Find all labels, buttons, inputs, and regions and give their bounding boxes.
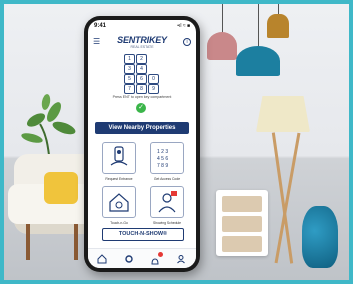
- instruction-text: Press ENT to open key compartment: [112, 95, 172, 99]
- keypad-icon: 1 2 3 4 5 6 7 8 9: [157, 149, 168, 169]
- lamp-cord: [258, 4, 259, 48]
- request-entrance-tile[interactable]: Request Entrance: [102, 142, 136, 181]
- svg-text:4 5 6: 4 5 6: [157, 156, 168, 162]
- brand-logo: SENTRIKEY: [117, 35, 167, 45]
- pendant-lamp-pink: [207, 32, 237, 60]
- status-time: 9:41: [94, 23, 107, 29]
- status-icons: •ıl ≈ ■: [177, 23, 190, 29]
- blue-vase: [302, 206, 338, 268]
- touch-n-go-tile[interactable]: Touch-n-Go: [102, 186, 136, 225]
- svg-text:1 2 3: 1 2 3: [157, 149, 168, 155]
- key-9[interactable]: 9: [148, 84, 159, 94]
- floor-lamp-leg: [271, 132, 294, 264]
- drawer: [222, 196, 262, 212]
- pendant-lamp-blue: [236, 46, 280, 76]
- key-5[interactable]: 5: [124, 74, 135, 84]
- key-4[interactable]: 4: [136, 64, 147, 74]
- pendant-lamp-gold: [267, 14, 289, 38]
- home-icon[interactable]: [97, 254, 107, 264]
- drawer: [222, 216, 262, 232]
- settings-icon[interactable]: [124, 254, 134, 264]
- sofa-leg: [74, 224, 78, 260]
- check-icon: ✓: [136, 103, 146, 113]
- get-access-code-tile[interactable]: 1 2 3 4 5 6 7 8 9 Get Access Code: [150, 142, 184, 181]
- svg-text:7 8 9: 7 8 9: [157, 163, 168, 169]
- key-hand-icon: [110, 146, 128, 166]
- tile-label: Touch-n-Go: [110, 221, 128, 225]
- key-1[interactable]: 1: [124, 54, 135, 64]
- tile-label: Request Entrance: [105, 177, 133, 181]
- touch-n-show-button[interactable]: TOUCH-N-SHOW®: [102, 228, 184, 241]
- drawer: [222, 236, 262, 252]
- lamp-cord: [222, 4, 223, 34]
- bottom-tab-bar: [88, 248, 196, 268]
- sofa-leg: [26, 224, 30, 260]
- brand-subtitle: REAL ESTATE: [130, 45, 154, 49]
- notification-badge: [158, 252, 163, 257]
- key-0[interactable]: 0: [148, 74, 159, 84]
- key-6[interactable]: 6: [136, 74, 147, 84]
- key-3[interactable]: 3: [124, 64, 135, 74]
- notifications-tab[interactable]: [150, 252, 163, 265]
- agent-icon: [158, 191, 177, 213]
- key-7[interactable]: 7: [124, 84, 135, 94]
- view-nearby-properties-button[interactable]: View Nearby Properties: [95, 122, 189, 134]
- tile-label: Showing Schedule: [152, 221, 182, 225]
- key-8[interactable]: 8: [136, 84, 147, 94]
- profile-icon[interactable]: [176, 254, 186, 264]
- showing-schedule-tile[interactable]: Showing Schedule: [150, 186, 184, 225]
- hero-scene: 9:41 •ıl ≈ ■ ☰ i SENTRIKEY REAL ESTATE 1…: [0, 0, 353, 284]
- key-2[interactable]: 2: [136, 54, 147, 64]
- tile-label: Get Access Code: [153, 177, 181, 181]
- floor-lamp-shade: [256, 96, 310, 132]
- yellow-pillow: [44, 172, 78, 204]
- phone-screen: 9:41 •ıl ≈ ■ ☰ i SENTRIKEY REAL ESTATE 1…: [88, 20, 196, 268]
- house-icon: [109, 193, 129, 212]
- bell-icon: [151, 258, 159, 265]
